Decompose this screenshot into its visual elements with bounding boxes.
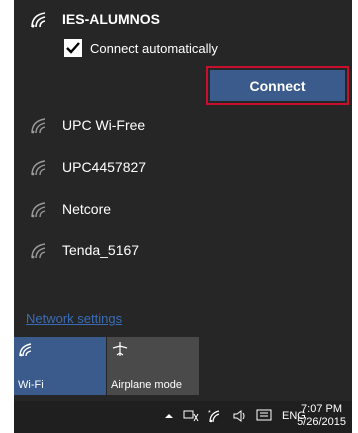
network-flyout: IES-ALUMNOS Connect automatically Connec… [14, 0, 352, 401]
airplane-tile-label: Airplane mode [111, 379, 182, 391]
airplane-mode-quick-action[interactable]: Airplane mode [107, 337, 199, 395]
network-name: IES-ALUMNOS [62, 11, 160, 27]
wifi-signal-icon [30, 158, 52, 176]
connect-automatically-checkbox[interactable] [64, 39, 82, 57]
wifi-quick-action[interactable]: Wi-Fi [14, 337, 106, 395]
network-item-ies-alumnos[interactable]: IES-ALUMNOS [30, 10, 160, 28]
taskbar: * ENG 7:07 PM 5/26/2015 [14, 401, 352, 433]
network-item-netcore[interactable]: Netcore [30, 200, 111, 218]
clock-date: 5/26/2015 [297, 416, 346, 428]
checkmark-icon [66, 42, 80, 54]
network-settings-link[interactable]: Network settings [26, 311, 122, 326]
connect-automatically-option[interactable]: Connect automatically [64, 39, 218, 57]
wifi-tray-icon[interactable]: * [208, 409, 224, 423]
network-name: Netcore [62, 201, 112, 217]
network-name: UPC Wi-Free [62, 117, 146, 133]
network-name: UPC4457827 [62, 159, 147, 175]
wifi-icon [18, 341, 102, 357]
clock-time: 7:07 PM [301, 403, 343, 415]
network-item-tenda-5167[interactable]: Tenda_5167 [30, 241, 139, 259]
airplane-icon [111, 341, 195, 357]
wifi-signal-icon [30, 241, 52, 259]
chevron-up-icon[interactable] [164, 411, 174, 421]
action-center-icon[interactable] [256, 409, 272, 423]
network-name: Tenda_5167 [62, 242, 140, 258]
clock[interactable]: 7:07 PM 5/26/2015 [297, 403, 346, 429]
connect-button[interactable]: Connect [210, 70, 345, 101]
svg-text:*: * [208, 410, 211, 417]
background-edge [0, 0, 14, 433]
wifi-signal-icon [30, 116, 52, 134]
volume-icon[interactable] [232, 409, 248, 423]
wifi-tile-label: Wi-Fi [18, 379, 44, 391]
network-wired-icon[interactable] [182, 409, 200, 423]
connect-automatically-label: Connect automatically [90, 40, 218, 56]
connect-button-highlight: Connect [206, 66, 349, 105]
network-item-upc4457827[interactable]: UPC4457827 [30, 158, 146, 176]
system-tray: * ENG [164, 409, 306, 423]
wifi-signal-icon [30, 10, 52, 28]
wifi-signal-icon [30, 200, 52, 218]
network-item-upc-wi-free[interactable]: UPC Wi-Free [30, 116, 145, 134]
